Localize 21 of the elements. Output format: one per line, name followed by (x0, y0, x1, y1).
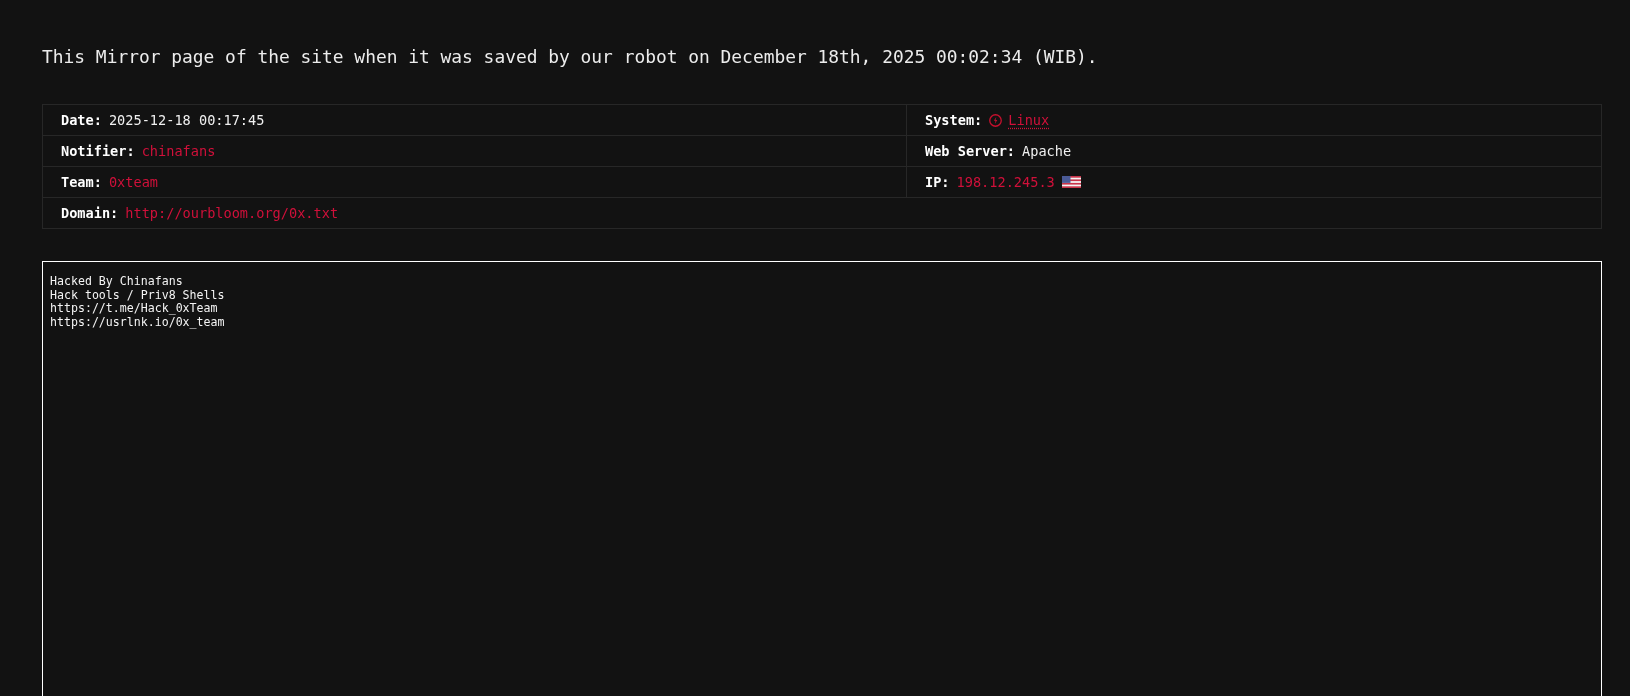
text-line: Hacked By Chinafans (50, 275, 183, 289)
field-value: 2025-12-18 00:17:45 (108, 112, 265, 128)
text-line: Hack tools / Priv8 Shells (50, 288, 225, 302)
field-label: Date: (61, 112, 102, 128)
field-label: Notifier: (61, 143, 135, 159)
field-value: 198.12.245.3 (956, 174, 1055, 190)
field-link[interactable]: Linux (1008, 112, 1050, 128)
flag-icon (1061, 176, 1081, 188)
field-label: System: (925, 112, 983, 128)
field-value: Apache (1022, 143, 1072, 159)
text-line: https://usrlnk.io/0x_team (50, 315, 225, 329)
field-label: Team: (61, 174, 102, 190)
text-line: https://t.me/Hack_0xTeam (50, 302, 218, 316)
bolt-circle-icon (989, 113, 1003, 127)
field-link[interactable]: http://ourbloom.org/0x.txt (125, 205, 339, 221)
field-label: Web Server: (925, 143, 1016, 159)
notice-text: This Mirror page of the site when it was saved by our robot on December 18th, 2025 00:02:34 (WIB). (42, 45, 1098, 69)
field-label: IP: (925, 174, 950, 190)
field-link[interactable]: 0xteam (108, 174, 159, 190)
field-label: Domain: (61, 205, 119, 221)
field-link[interactable]: chinafans (141, 143, 216, 159)
